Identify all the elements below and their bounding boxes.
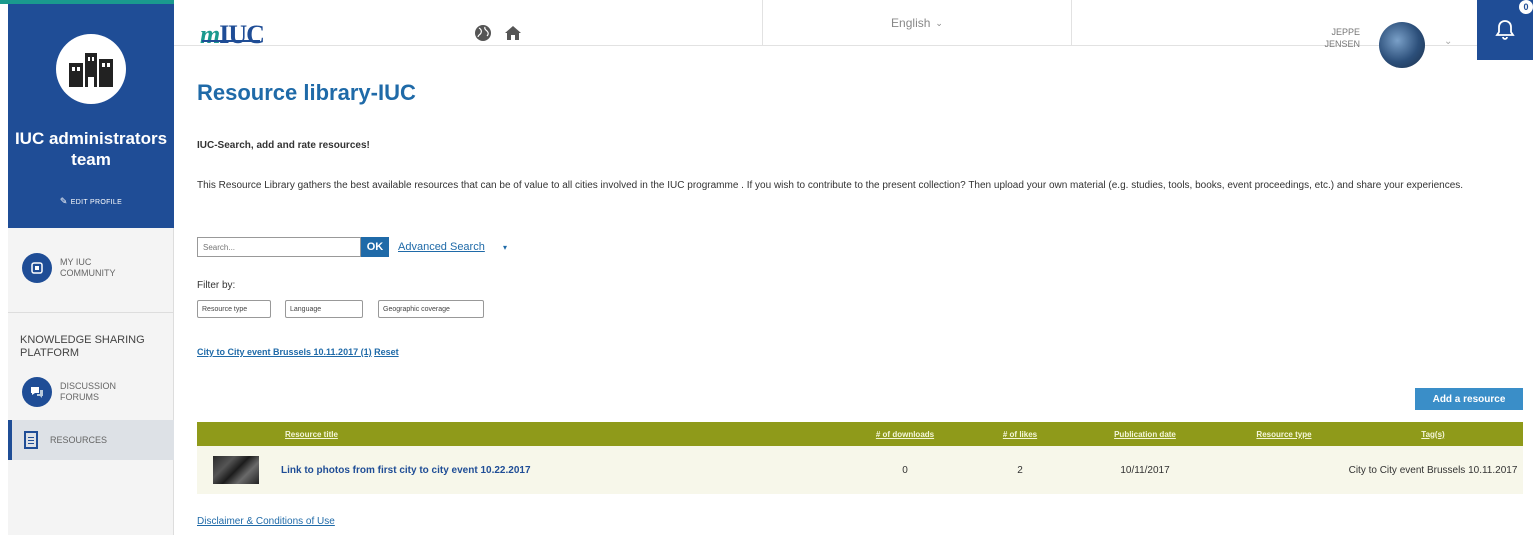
- user-menu-chevron-icon[interactable]: ⌄: [1444, 36, 1452, 47]
- iuc-logo[interactable]: mIUC: [200, 20, 265, 50]
- page-subtitle: IUC-Search, add and rate resources!: [197, 140, 370, 151]
- resource-thumbnail-cell: [197, 446, 275, 494]
- user-last-name: JENSEN: [1324, 39, 1360, 49]
- nav-resources-label: RESOURCES: [50, 434, 108, 445]
- buildings-icon: [69, 53, 113, 87]
- nav-my-community-label: MY IUC COMMUNITY: [60, 257, 116, 278]
- home-icon[interactable]: [504, 24, 522, 47]
- advanced-search-chevron-icon[interactable]: ▾: [503, 243, 507, 252]
- logo-prefix: m: [200, 20, 220, 49]
- nav-my-community[interactable]: MY IUC COMMUNITY: [8, 246, 174, 290]
- table-row: Link to photos from first city to city e…: [197, 446, 1523, 494]
- logo-underline: [202, 40, 260, 42]
- col-tags[interactable]: Tag(s): [1343, 422, 1523, 446]
- filter-geographic-coverage[interactable]: Geographic coverage: [378, 300, 484, 318]
- nav-discussion-label: DISCUSSION FORUMS: [60, 381, 117, 402]
- globe-icon[interactable]: [474, 24, 492, 47]
- resource-thumbnail[interactable]: [213, 456, 259, 484]
- notification-count-badge: 0: [1519, 0, 1533, 14]
- language-label: English: [891, 16, 931, 30]
- notifications-button[interactable]: 0: [1477, 0, 1533, 60]
- nav-resources[interactable]: RESOURCES: [8, 420, 174, 460]
- sidebar: IUC administrators team ✎ EDIT PROFILE MY…: [8, 4, 174, 535]
- col-downloads[interactable]: # of downloads: [835, 422, 975, 446]
- type-cell: [1225, 446, 1343, 494]
- user-first-name: JEPPE: [1331, 27, 1360, 37]
- intro-text: This Resource Library gathers the best a…: [197, 180, 1464, 191]
- document-icon: [24, 431, 38, 449]
- edit-profile-label: EDIT PROFILE: [70, 199, 123, 206]
- col-publication-date[interactable]: Publication date: [1065, 422, 1225, 446]
- col-thumb: [197, 422, 275, 446]
- community-icon: [22, 253, 52, 283]
- team-name: IUC administrators team: [14, 129, 168, 169]
- col-likes[interactable]: # of likes: [975, 422, 1065, 446]
- active-filter: City to City event Brussels 10.11.2017 (…: [197, 347, 399, 357]
- profile-panel: IUC administrators team ✎ EDIT PROFILE: [8, 4, 174, 228]
- logo-text: IUC: [219, 20, 265, 49]
- active-filter-link[interactable]: City to City event Brussels 10.11.2017 (…: [197, 347, 372, 357]
- page-title: Resource library-IUC: [197, 80, 416, 105]
- col-resource-type[interactable]: Resource type: [1225, 422, 1343, 446]
- likes-cell: 2: [975, 446, 1065, 494]
- nav-discussion-forums[interactable]: DISCUSSION FORUMS: [8, 372, 174, 412]
- col-title[interactable]: Resource title: [275, 422, 835, 446]
- divider: [8, 312, 174, 313]
- edit-icon: ✎: [59, 196, 68, 206]
- language-selector[interactable]: English ⌄: [762, 0, 1072, 46]
- add-resource-button[interactable]: Add a resource: [1415, 388, 1523, 410]
- edit-profile-link[interactable]: ✎ EDIT PROFILE: [8, 196, 174, 207]
- chat-bubbles-icon: [22, 377, 52, 407]
- filter-language[interactable]: Language: [285, 300, 363, 318]
- user-name[interactable]: JEPPE JENSEN: [1310, 26, 1360, 50]
- downloads-cell: 0: [835, 446, 975, 494]
- advanced-search-link[interactable]: Advanced Search: [398, 241, 485, 253]
- date-cell: 10/11/2017: [1065, 446, 1225, 494]
- chevron-down-icon: ⌄: [935, 17, 943, 28]
- filter-label: Filter by:: [197, 280, 236, 291]
- top-header: mIUC English ⌄ JEPPE JENSEN ⌄ 0: [174, 0, 1533, 68]
- table-header-row: Resource title # of downloads # of likes…: [197, 422, 1523, 446]
- search-ok-button[interactable]: OK: [361, 237, 389, 257]
- tags-cell[interactable]: City to City event Brussels 10.11.2017: [1343, 446, 1523, 494]
- disclaimer-link[interactable]: Disclaimer & Conditions of Use: [197, 516, 335, 527]
- reset-filter-link[interactable]: Reset: [374, 347, 399, 357]
- team-avatar[interactable]: [56, 34, 126, 104]
- section-title: KNOWLEDGE SHARING PLATFORM: [20, 334, 145, 359]
- resource-title-link[interactable]: Link to photos from first city to city e…: [275, 446, 835, 494]
- filter-resource-type[interactable]: Resource type: [197, 300, 271, 318]
- search-input[interactable]: [197, 237, 361, 257]
- user-avatar[interactable]: [1379, 22, 1425, 68]
- bell-icon: [1495, 20, 1515, 40]
- resource-table: Resource title # of downloads # of likes…: [197, 422, 1523, 494]
